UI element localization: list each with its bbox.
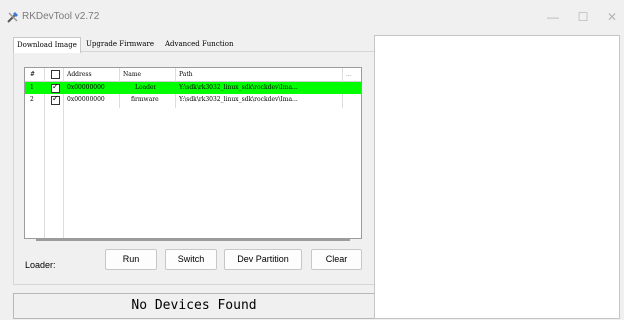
title-bar: RKDevTool v2.72 — ☐ ✕	[0, 0, 624, 34]
dev-partition-button[interactable]: Dev Partition	[224, 249, 302, 270]
loader-label: Loader:	[25, 260, 56, 270]
row-name[interactable]: Loader	[135, 82, 156, 94]
image-list-table: # Address Name Path ... 1 ✓ 0x00000000 L…	[24, 67, 362, 239]
switch-button[interactable]: Switch	[165, 249, 217, 270]
close-button[interactable]: ✕	[601, 6, 623, 28]
row-checkbox[interactable]: ✓	[51, 82, 60, 93]
clear-button[interactable]: Clear	[311, 249, 362, 270]
device-status-bar: No Devices Found	[13, 293, 375, 319]
horizontal-scrollbar[interactable]	[36, 239, 350, 241]
log-output-pane[interactable]	[374, 35, 620, 319]
row-num: 2	[30, 96, 34, 103]
table-row[interactable]: 1 ✓ 0x00000000 Loader Y:\sdk\rk3032_linu…	[25, 82, 361, 94]
table-row[interactable]: 2 ✓ 0x00000000 firmware Y:\sdk\rk3032_li…	[25, 94, 361, 106]
header-address[interactable]: Address	[67, 68, 92, 81]
header-num: #	[30, 71, 36, 78]
row-name[interactable]: firmware	[131, 94, 159, 106]
window-title: RKDevTool v2.72	[22, 11, 100, 22]
maximize-button[interactable]: ☐	[572, 6, 594, 28]
row-checkbox[interactable]: ✓	[51, 94, 60, 105]
header-name[interactable]: Name	[123, 68, 141, 81]
row-path[interactable]: Y:\sdk\rk3032_linux_sdk\rockdev\Ima...	[179, 82, 344, 94]
row-path[interactable]: Y:\sdk\rk3032_linux_sdk\rockdev\Ima...	[179, 94, 344, 106]
minimize-button[interactable]: —	[542, 6, 564, 28]
row-num: 1	[30, 84, 34, 91]
header-path[interactable]: Path	[179, 68, 193, 81]
header-select-all-checkbox[interactable]	[51, 70, 60, 79]
row-address[interactable]: 0x00000000	[67, 82, 105, 94]
tab-upgrade-firmware[interactable]: Upgrade Firmware	[83, 37, 157, 51]
table-header: # Address Name Path ...	[25, 68, 361, 82]
tab-advanced-function[interactable]: Advanced Function	[162, 37, 237, 51]
header-more[interactable]: ...	[346, 68, 352, 81]
tab-download-image[interactable]: Download Image	[13, 37, 81, 53]
rkdevtool-app-icon	[7, 12, 18, 23]
row-address[interactable]: 0x00000000	[67, 94, 105, 106]
run-button[interactable]: Run	[105, 249, 157, 270]
